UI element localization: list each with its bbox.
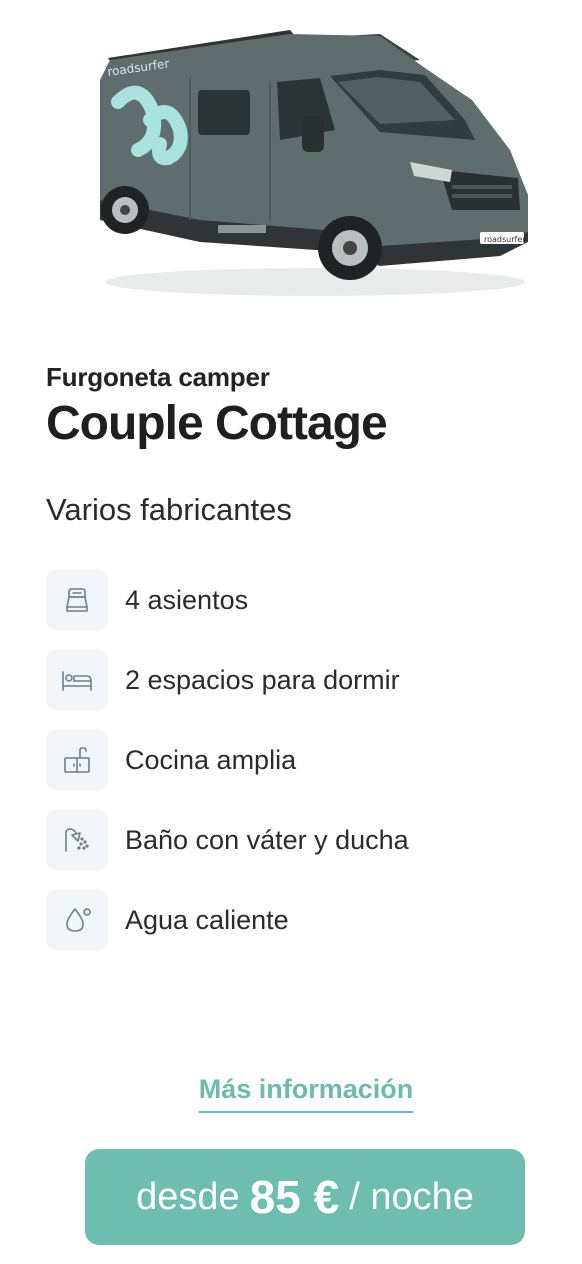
feature-seats: 4 asientos: [46, 568, 546, 632]
price-suffix: / noche: [349, 1175, 474, 1218]
camper-van-image: roadsurfer roadsurfer: [100, 30, 528, 296]
feature-beds: 2 espacios para dormir: [46, 648, 546, 712]
price-amount: 85 €: [249, 1171, 340, 1223]
more-info-container: Más información: [0, 1074, 582, 1113]
price-prefix: desde: [136, 1175, 240, 1218]
feature-label: Cocina amplia: [125, 744, 297, 775]
vehicle-category: Furgoneta camper: [46, 362, 270, 392]
water-drop-icon: [46, 889, 108, 951]
feature-label: 4 asientos: [125, 584, 249, 615]
seat-icon: [46, 569, 108, 631]
more-info-link[interactable]: Más información: [198, 1074, 414, 1113]
kitchen-sink-icon: [46, 729, 108, 791]
svg-text:roadsurfer: roadsurfer: [484, 235, 526, 244]
vehicle-maker: Varios fabricantes: [46, 492, 292, 527]
feature-kitchen: Cocina amplia: [46, 728, 546, 792]
vehicle-name: Couple Cottage: [46, 397, 388, 450]
feature-label: 2 espacios para dormir: [125, 664, 400, 695]
bed-icon: [46, 649, 108, 711]
shower-icon: [46, 809, 108, 871]
feature-label: Baño con váter y ducha: [125, 824, 409, 855]
price-button[interactable]: desde 85 € / noche: [85, 1149, 525, 1245]
feature-label: Agua caliente: [125, 904, 289, 935]
feature-bathroom: Baño con váter y ducha: [46, 808, 546, 872]
feature-list: 4 asientos 2 espacios para dormir Cocina: [46, 568, 546, 968]
feature-hot-water: Agua caliente: [46, 888, 546, 952]
